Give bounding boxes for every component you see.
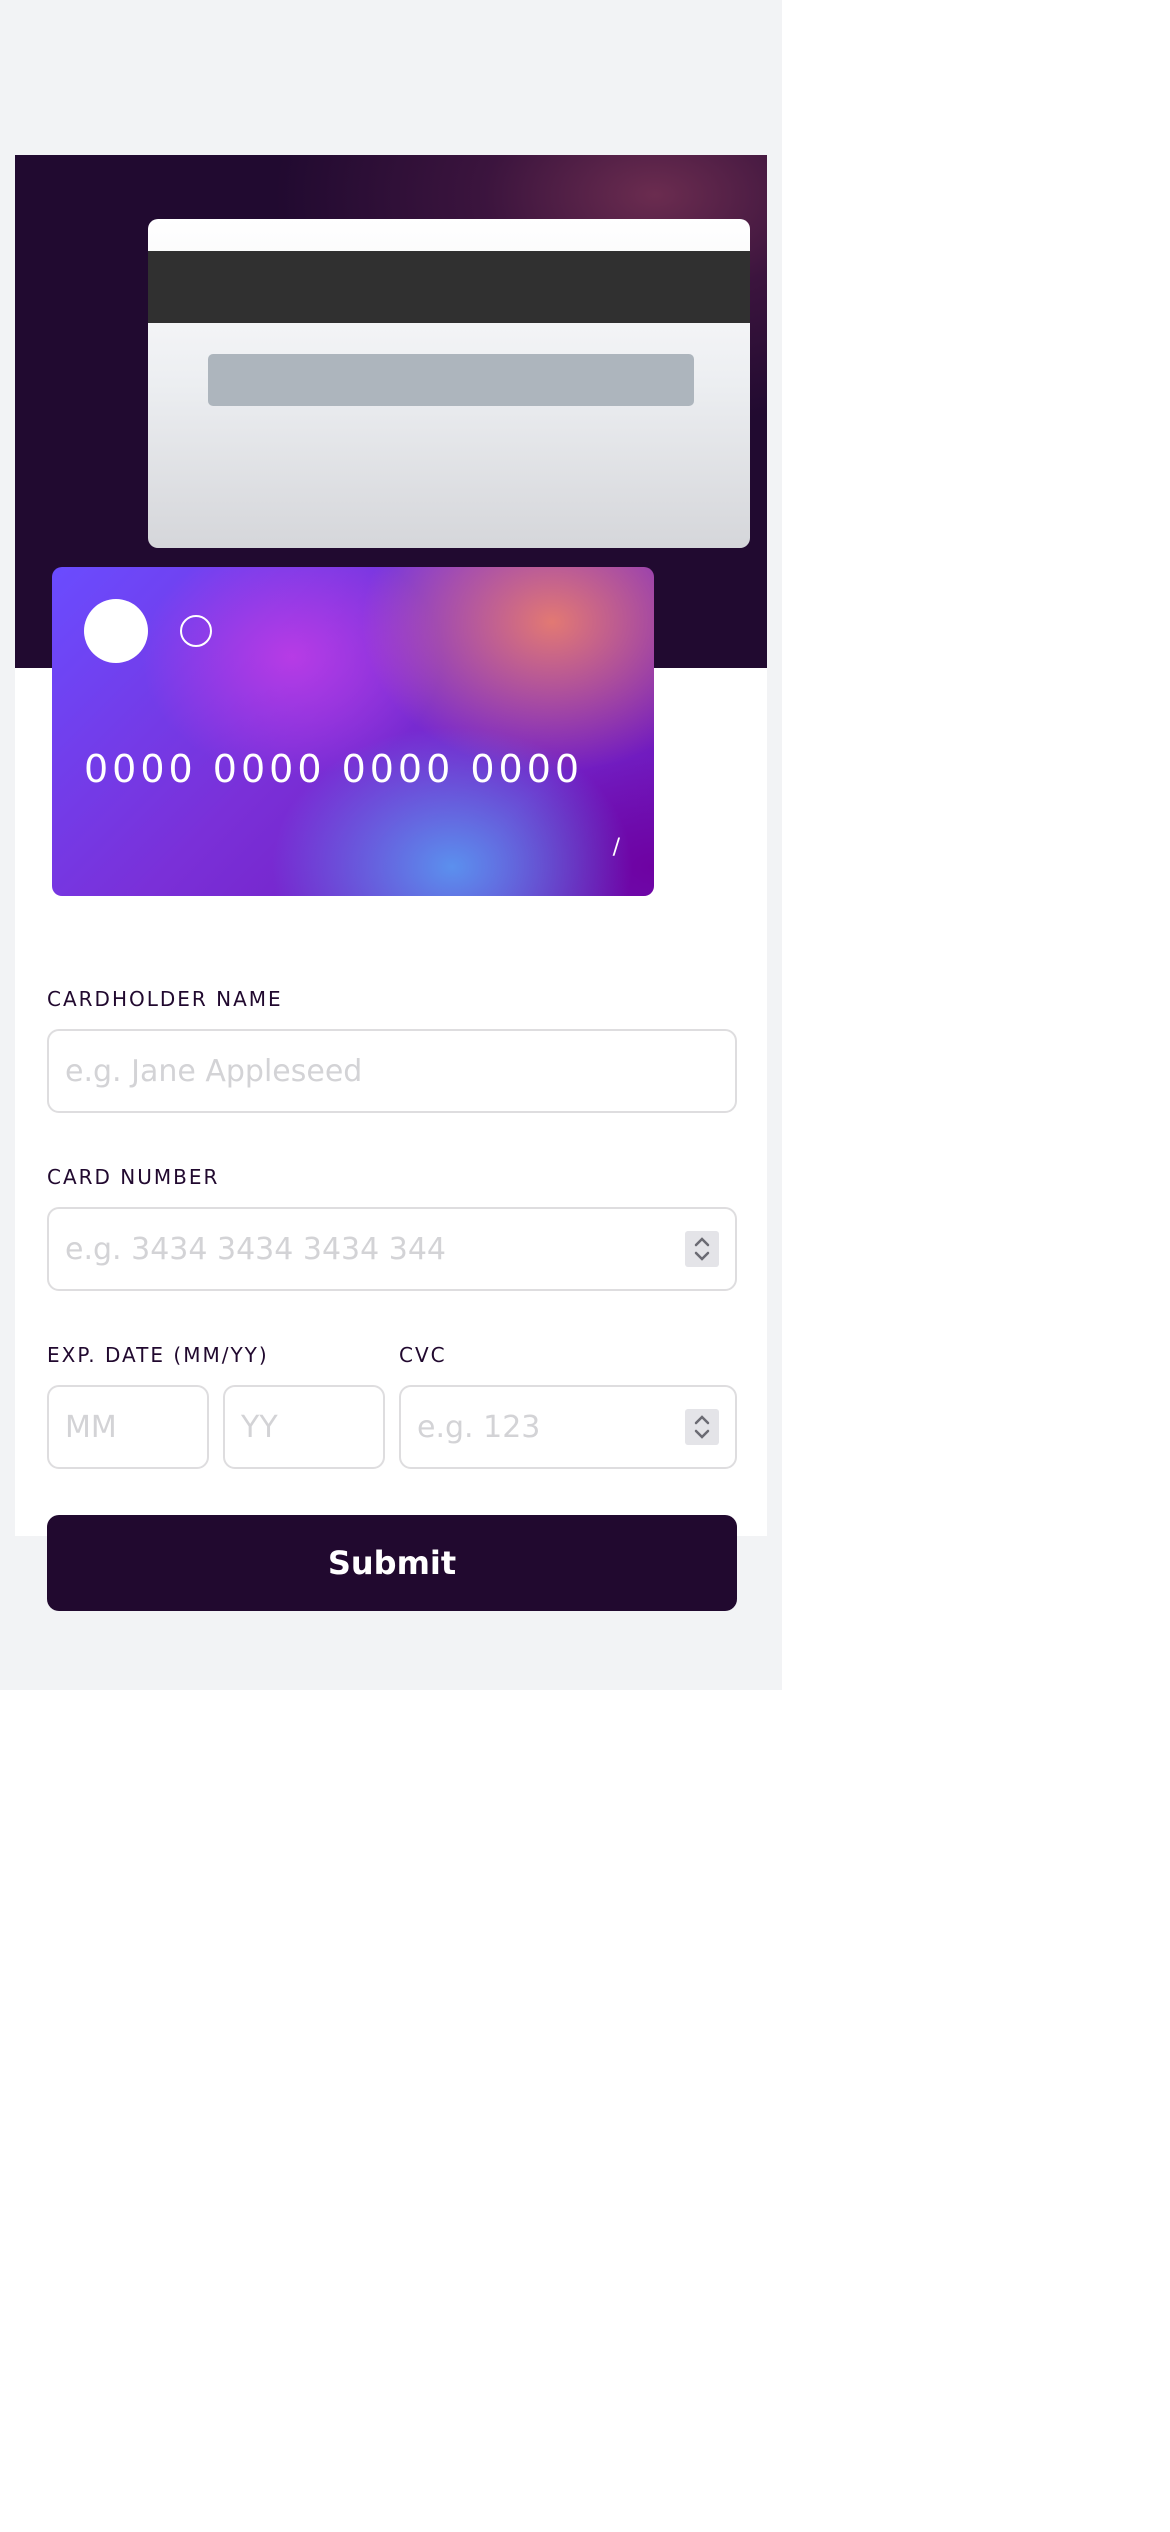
card-front: 0000 0000 0000 0000 /	[52, 567, 654, 896]
cvc-label: CVC	[399, 1343, 447, 1367]
magnetic-stripe	[148, 251, 750, 323]
card-number-label: Card Number	[47, 1165, 220, 1189]
chevron-up-down-icon[interactable]	[685, 1409, 719, 1445]
submit-button[interactable]: Submit	[47, 1515, 737, 1611]
card-details-panel: 0000 0000 0000 0000 / Cardholder Name e.…	[15, 155, 767, 1611]
app-viewport: 0000 0000 0000 0000 / Cardholder Name e.…	[0, 0, 782, 1690]
card-expiry-display: /	[613, 835, 622, 860]
card-number-display: 0000 0000 0000 0000	[84, 747, 584, 791]
card-back	[148, 219, 750, 548]
cardholder-name-label: Cardholder Name	[47, 987, 283, 1011]
exp-year-input[interactable]: YY	[223, 1385, 385, 1469]
cvc-placeholder: e.g. 123	[417, 1409, 541, 1445]
card-number-input[interactable]: e.g. 3434 3434 3434 344	[47, 1207, 737, 1291]
exp-date-label: Exp. Date (MM/YY)	[47, 1343, 269, 1367]
cardholder-name-input[interactable]: e.g. Jane Appleseed	[47, 1029, 737, 1113]
exp-month-input[interactable]: MM	[47, 1385, 209, 1469]
signature-strip	[208, 354, 694, 406]
cardholder-name-placeholder: e.g. Jane Appleseed	[65, 1053, 363, 1089]
cvc-input[interactable]: e.g. 123	[399, 1385, 737, 1469]
card-bottom-row: /	[84, 835, 622, 860]
exp-year-placeholder: YY	[241, 1409, 278, 1445]
card-number-placeholder: e.g. 3434 3434 3434 344	[65, 1231, 447, 1267]
exp-month-placeholder: MM	[65, 1409, 117, 1445]
card-logo-ring-icon	[180, 615, 212, 647]
card-logo-circle-icon	[84, 599, 148, 663]
chevron-up-down-icon[interactable]	[685, 1231, 719, 1267]
card-expiry-separator: /	[612, 835, 622, 860]
